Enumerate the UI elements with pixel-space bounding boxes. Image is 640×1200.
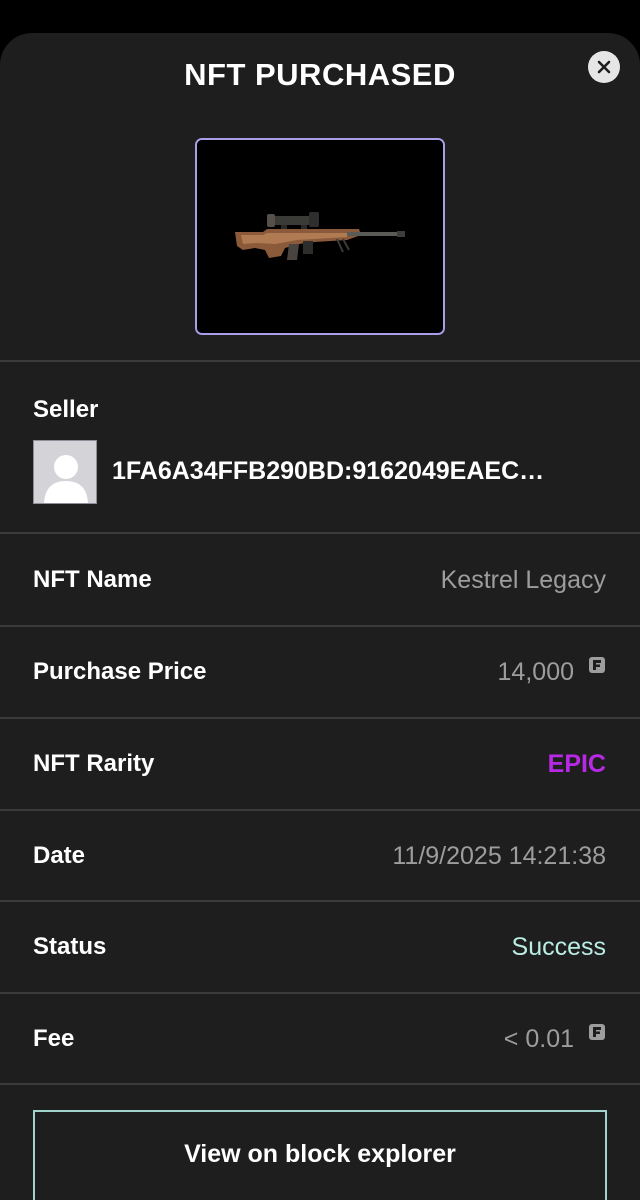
status-value: Success	[512, 902, 606, 992]
coin-icon	[589, 1024, 605, 1040]
date-value: 11/9/2025 14:21:38	[392, 811, 606, 901]
nft-name-row: NFT Name Kestrel Legacy	[0, 535, 640, 625]
fee-label: Fee	[33, 1025, 75, 1052]
user-avatar-placeholder	[33, 440, 97, 504]
date-text: 11/9/2025 14:21:38	[392, 842, 606, 870]
purchase-price-value: 14,000	[498, 627, 606, 717]
purchase-price-label: Purchase Price	[33, 658, 207, 685]
coin-icon	[589, 657, 605, 673]
close-icon	[597, 60, 611, 74]
seller-address[interactable]: 1FA6A34FFB290BD:9162049EAEC…	[112, 457, 602, 486]
view-on-block-explorer-button[interactable]: View on block explorer	[33, 1110, 607, 1200]
nft-rarity-label: NFT Rarity	[33, 750, 155, 777]
date-label: Date	[33, 842, 86, 869]
sniper-rifle-image	[197, 140, 443, 333]
purchase-price-row: Purchase Price 14,000	[0, 627, 640, 717]
status-label: Status	[33, 933, 107, 960]
modal-title: NFT PURCHASED	[184, 57, 456, 92]
nft-name-value: Kestrel Legacy	[441, 535, 606, 625]
seller-label: Seller	[33, 396, 99, 423]
nft-name-label: NFT Name	[33, 566, 152, 593]
purchase-modal: NFT PURCHASED Seller 1FA6A34FFB290BD:916…	[0, 33, 640, 1200]
nft-rarity-value: EPIC	[548, 719, 606, 809]
status-text: Success	[511, 933, 606, 961]
nft-rarity-text: EPIC	[547, 750, 606, 778]
nft-image-frame	[195, 138, 445, 335]
fee-row: Fee < 0.01	[0, 994, 640, 1084]
status-row: Status Success	[0, 902, 640, 992]
nft-rarity-row: NFT Rarity EPIC	[0, 719, 640, 809]
fee-value: < 0.01	[504, 994, 606, 1084]
divider	[0, 1083, 640, 1085]
divider	[0, 532, 640, 534]
date-row: Date 11/9/2025 14:21:38	[0, 811, 640, 901]
close-button[interactable]	[588, 51, 620, 83]
nft-name-text: Kestrel Legacy	[440, 566, 606, 594]
avatar-silhouette-icon	[34, 441, 96, 503]
divider	[0, 360, 640, 362]
fee-text: < 0.01	[503, 1025, 574, 1053]
purchase-price-text: 14,000	[497, 658, 574, 686]
